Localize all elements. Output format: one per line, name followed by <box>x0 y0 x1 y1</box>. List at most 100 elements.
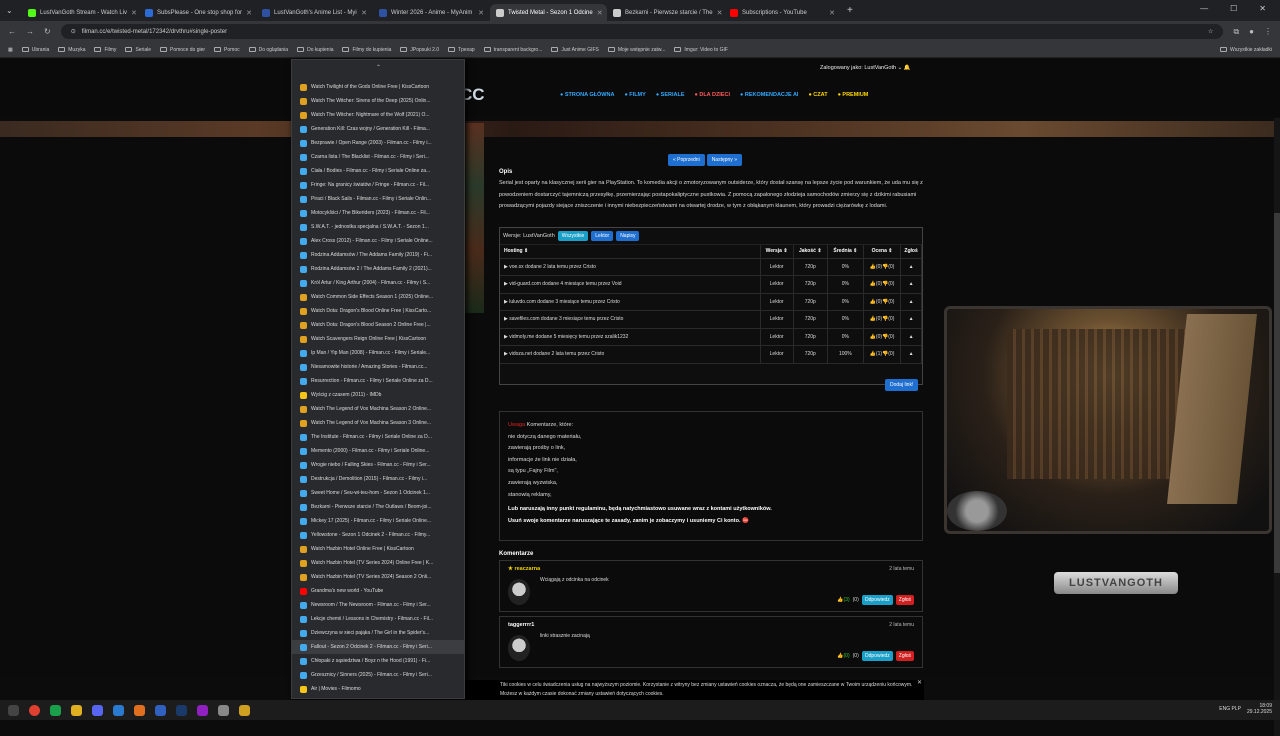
tab-close-icon[interactable]: ✕ <box>478 9 484 17</box>
nav-item[interactable]: ● REKOMENDACJE AI <box>740 92 798 98</box>
hosting-row[interactable]: ▶ vidmoly.me dodane 5 miesięcy temu prze… <box>500 328 922 346</box>
start-icon[interactable] <box>8 704 19 716</box>
tab-close-icon[interactable]: ✕ <box>131 9 137 17</box>
maximize-icon[interactable]: ☐ <box>1230 4 1237 13</box>
bookmark-menu-item[interactable]: Alex Cross (2012) - Filman.cc - Filmy i … <box>292 234 464 248</box>
bookmark-menu-item[interactable]: The Institute - Filman.cc - Filmy i Seri… <box>292 430 464 444</box>
dislike-count[interactable]: (0) <box>853 597 859 603</box>
browser-tab[interactable]: Twisted Metal - Sezon 1 Odcine ✕ <box>490 4 607 21</box>
bookmark-menu-item[interactable]: Watch Dota: Dragon's Blood Season 2 Onli… <box>292 318 464 332</box>
table-header[interactable]: Ocena ⇕ <box>863 245 902 259</box>
bookmark-item[interactable]: Pomoc <box>214 47 240 53</box>
nav-item[interactable]: ● SERIALE <box>656 92 685 98</box>
bookmark-menu-item[interactable]: Król Artur / King Arthur (2004) - Filman… <box>292 276 464 290</box>
bookmark-menu-item[interactable]: Watch Hazbin Hotel (TV Series 2024) Seas… <box>292 570 464 584</box>
table-header[interactable]: Wersja ⇕ <box>760 245 794 259</box>
bookmark-menu-item[interactable]: S.W.A.T. - jednostka specjalna / S.W.A.T… <box>292 220 464 234</box>
bookmark-item[interactable]: Tpexap <box>448 47 475 53</box>
profile-icon[interactable]: ● <box>1249 27 1254 36</box>
reply-button[interactable]: Odpowiedz <box>861 651 893 661</box>
bookmark-menu-item[interactable]: Watch Common Side Effects Season 1 (2025… <box>292 290 464 304</box>
browser-tab[interactable]: Winter 2026 - Anime - MyAnim ✕ <box>373 4 490 21</box>
bookmark-menu-item[interactable]: Watch Scavengers Reign Online Free | Kis… <box>292 332 464 346</box>
host-link[interactable]: ▶ vid-guard.com dodane 4 miesiące temu p… <box>500 275 761 294</box>
bookmark-menu-item[interactable]: Watch Hazbin Hotel Online Free | KissCar… <box>292 542 464 556</box>
bookmark-item[interactable]: transparent backgro... <box>483 47 542 53</box>
apps-icon[interactable]: ▦ <box>8 47 13 53</box>
bookmark-menu-item[interactable]: Rodzina Addamsów / The Addams Family (20… <box>292 248 464 262</box>
bookmark-item[interactable]: Just Anime GIFS <box>551 47 599 53</box>
hosting-row[interactable]: ▶ vid-guard.com dodane 4 miesiące temu p… <box>500 275 922 294</box>
nav-item[interactable]: ● DLA DZIECI <box>695 92 731 98</box>
site-info-icon[interactable]: ⊙ <box>71 28 76 35</box>
app-icon[interactable] <box>218 704 229 716</box>
reload-icon[interactable]: ↻ <box>44 27 51 36</box>
nav-item[interactable]: ● PREMIUM <box>838 92 869 98</box>
bookmark-menu-item[interactable]: Lekcje chemii / Lessons in Chemistry - F… <box>292 612 464 626</box>
bookmark-menu-item[interactable]: Watch Hazbin Hotel (TV Series 2024) Onli… <box>292 556 464 570</box>
all-bookmarks[interactable]: Wszystkie zakładki <box>1220 47 1272 53</box>
app-icon[interactable] <box>50 704 61 716</box>
version-filter-button[interactable]: Lektor <box>591 231 614 241</box>
table-header[interactable]: Średnia ⇕ <box>827 245 864 259</box>
next-episode-button[interactable]: Następny » <box>706 154 742 166</box>
app-icon[interactable] <box>134 704 145 716</box>
host-link[interactable]: ▶ voe.sx dodane 2 lata temu przez Cristo <box>500 258 761 276</box>
report-icon[interactable]: ▲ <box>900 275 922 294</box>
add-link-button[interactable]: Dodaj link! <box>885 379 919 391</box>
bookmark-menu-item[interactable]: Chłopaki z sąsiedztwa / Boyz n the Hood … <box>292 654 464 668</box>
bookmark-menu-item[interactable]: Sweet Home / Seu-wi-teu-hom - Sezon 1 Od… <box>292 486 464 500</box>
rating-cell[interactable]: 👍(0)👎(0) <box>863 258 902 276</box>
table-header[interactable]: Zgłoś <box>900 245 922 259</box>
bookmark-item[interactable]: Moje wstępnie zatw... <box>607 47 665 53</box>
bookmark-menu-item[interactable]: Rodzina Addamsów 2 / The Addams Family 2… <box>292 262 464 276</box>
table-header[interactable]: Jakość ⇕ <box>793 245 828 259</box>
logged-in-label[interactable]: Zalogowany jako: LustVanGoth ⌄ 🔔 <box>820 65 911 71</box>
discord-icon[interactable] <box>92 704 103 716</box>
close-window-icon[interactable]: ✕ <box>1259 4 1266 13</box>
hosting-row[interactable]: ▶ luluvdo.com dodane 3 miesiące temu prz… <box>500 293 922 311</box>
bookmark-menu-item[interactable]: Grzesznicy / Sinners (2025) - Filman.cc … <box>292 668 464 682</box>
back-icon[interactable]: ← <box>8 27 16 36</box>
bookmark-menu-item[interactable]: Dziewczyna w sieci pająka / The Girl in … <box>292 626 464 640</box>
browser-tab[interactable]: Subscriptions - YouTube ✕ <box>724 4 841 21</box>
app-icon[interactable] <box>113 704 124 716</box>
bookmark-menu-item[interactable]: Grandma's new world - YouTube <box>292 584 464 598</box>
hosting-row[interactable]: ▶ vidoza.net dodane 2 lata temu przez Cr… <box>500 345 922 364</box>
version-filter-button[interactable]: Napisy <box>616 231 640 241</box>
rating-cell[interactable]: 👍(0)👎(0) <box>863 275 902 294</box>
bookmark-menu-item[interactable]: Bezkarni - Pierwsze starcie / The Outlaw… <box>292 500 464 514</box>
bookmark-item[interactable]: Filmy <box>94 47 116 53</box>
host-link[interactable]: ▶ savefiles.com dodane 3 miesiące temu p… <box>500 310 761 329</box>
host-link[interactable]: ▶ vidoza.net dodane 2 lata temu przez Cr… <box>500 345 761 364</box>
browser-tab[interactable]: LustVanGoth's Anime List - Myi ✕ <box>256 4 373 21</box>
bookmark-menu-item[interactable]: Fallout - Sezon 2 Odcinek 2 - Filman.cc … <box>292 640 464 654</box>
version-filter-button[interactable]: Wszystkie <box>557 231 589 241</box>
bookmark-item[interactable]: Filmy do kupienia <box>342 47 391 53</box>
report-button[interactable]: Zgłoś <box>895 651 914 661</box>
hosting-row[interactable]: ▶ savefiles.com dodane 3 miesiące temu p… <box>500 310 922 329</box>
app-icon[interactable] <box>155 704 166 716</box>
chrome-icon[interactable] <box>29 704 40 716</box>
bookmark-menu-item[interactable]: Watch Twilight of the Gods Online Free |… <box>292 80 464 94</box>
reply-button[interactable]: Odpowiedz <box>861 595 893 605</box>
chevron-up-icon[interactable]: ⌃ <box>376 64 381 71</box>
table-header[interactable]: Hosting ⇕ <box>500 245 761 259</box>
host-link[interactable]: ▶ vidmoly.me dodane 5 miesięcy temu prze… <box>500 328 761 346</box>
comment-user[interactable]: taggerrrr1 <box>508 622 914 628</box>
scrollbar-thumb[interactable] <box>1274 213 1280 573</box>
report-icon[interactable]: ▲ <box>900 258 922 276</box>
bookmark-menu-item[interactable]: Resurrection - Filman.cc - Filmy i Seria… <box>292 374 464 388</box>
bookmark-item[interactable]: Pomoce do gier <box>160 47 205 53</box>
bookmark-menu-item[interactable]: Watch The Legend of Vox Machina Season 2… <box>292 402 464 416</box>
report-icon[interactable]: ▲ <box>900 293 922 311</box>
bookmark-menu-item[interactable]: Wrogie niebo / Falling Skies - Filman.cc… <box>292 458 464 472</box>
prev-episode-button[interactable]: « Poprzedni <box>668 154 705 166</box>
like-count[interactable]: 👍(3) <box>837 597 849 603</box>
tray-lang[interactable]: ENG PLP <box>1219 706 1241 712</box>
rating-cell[interactable]: 👍(0)👎(0) <box>863 328 902 346</box>
new-tab-button[interactable]: + <box>841 5 853 16</box>
bookmark-menu-item[interactable]: Czarna lista / The Blacklist - Filman.cc… <box>292 150 464 164</box>
bookmark-menu-item[interactable]: Watch The Legend of Vox Machina Season 3… <box>292 416 464 430</box>
dislike-count[interactable]: (0) <box>853 653 859 659</box>
